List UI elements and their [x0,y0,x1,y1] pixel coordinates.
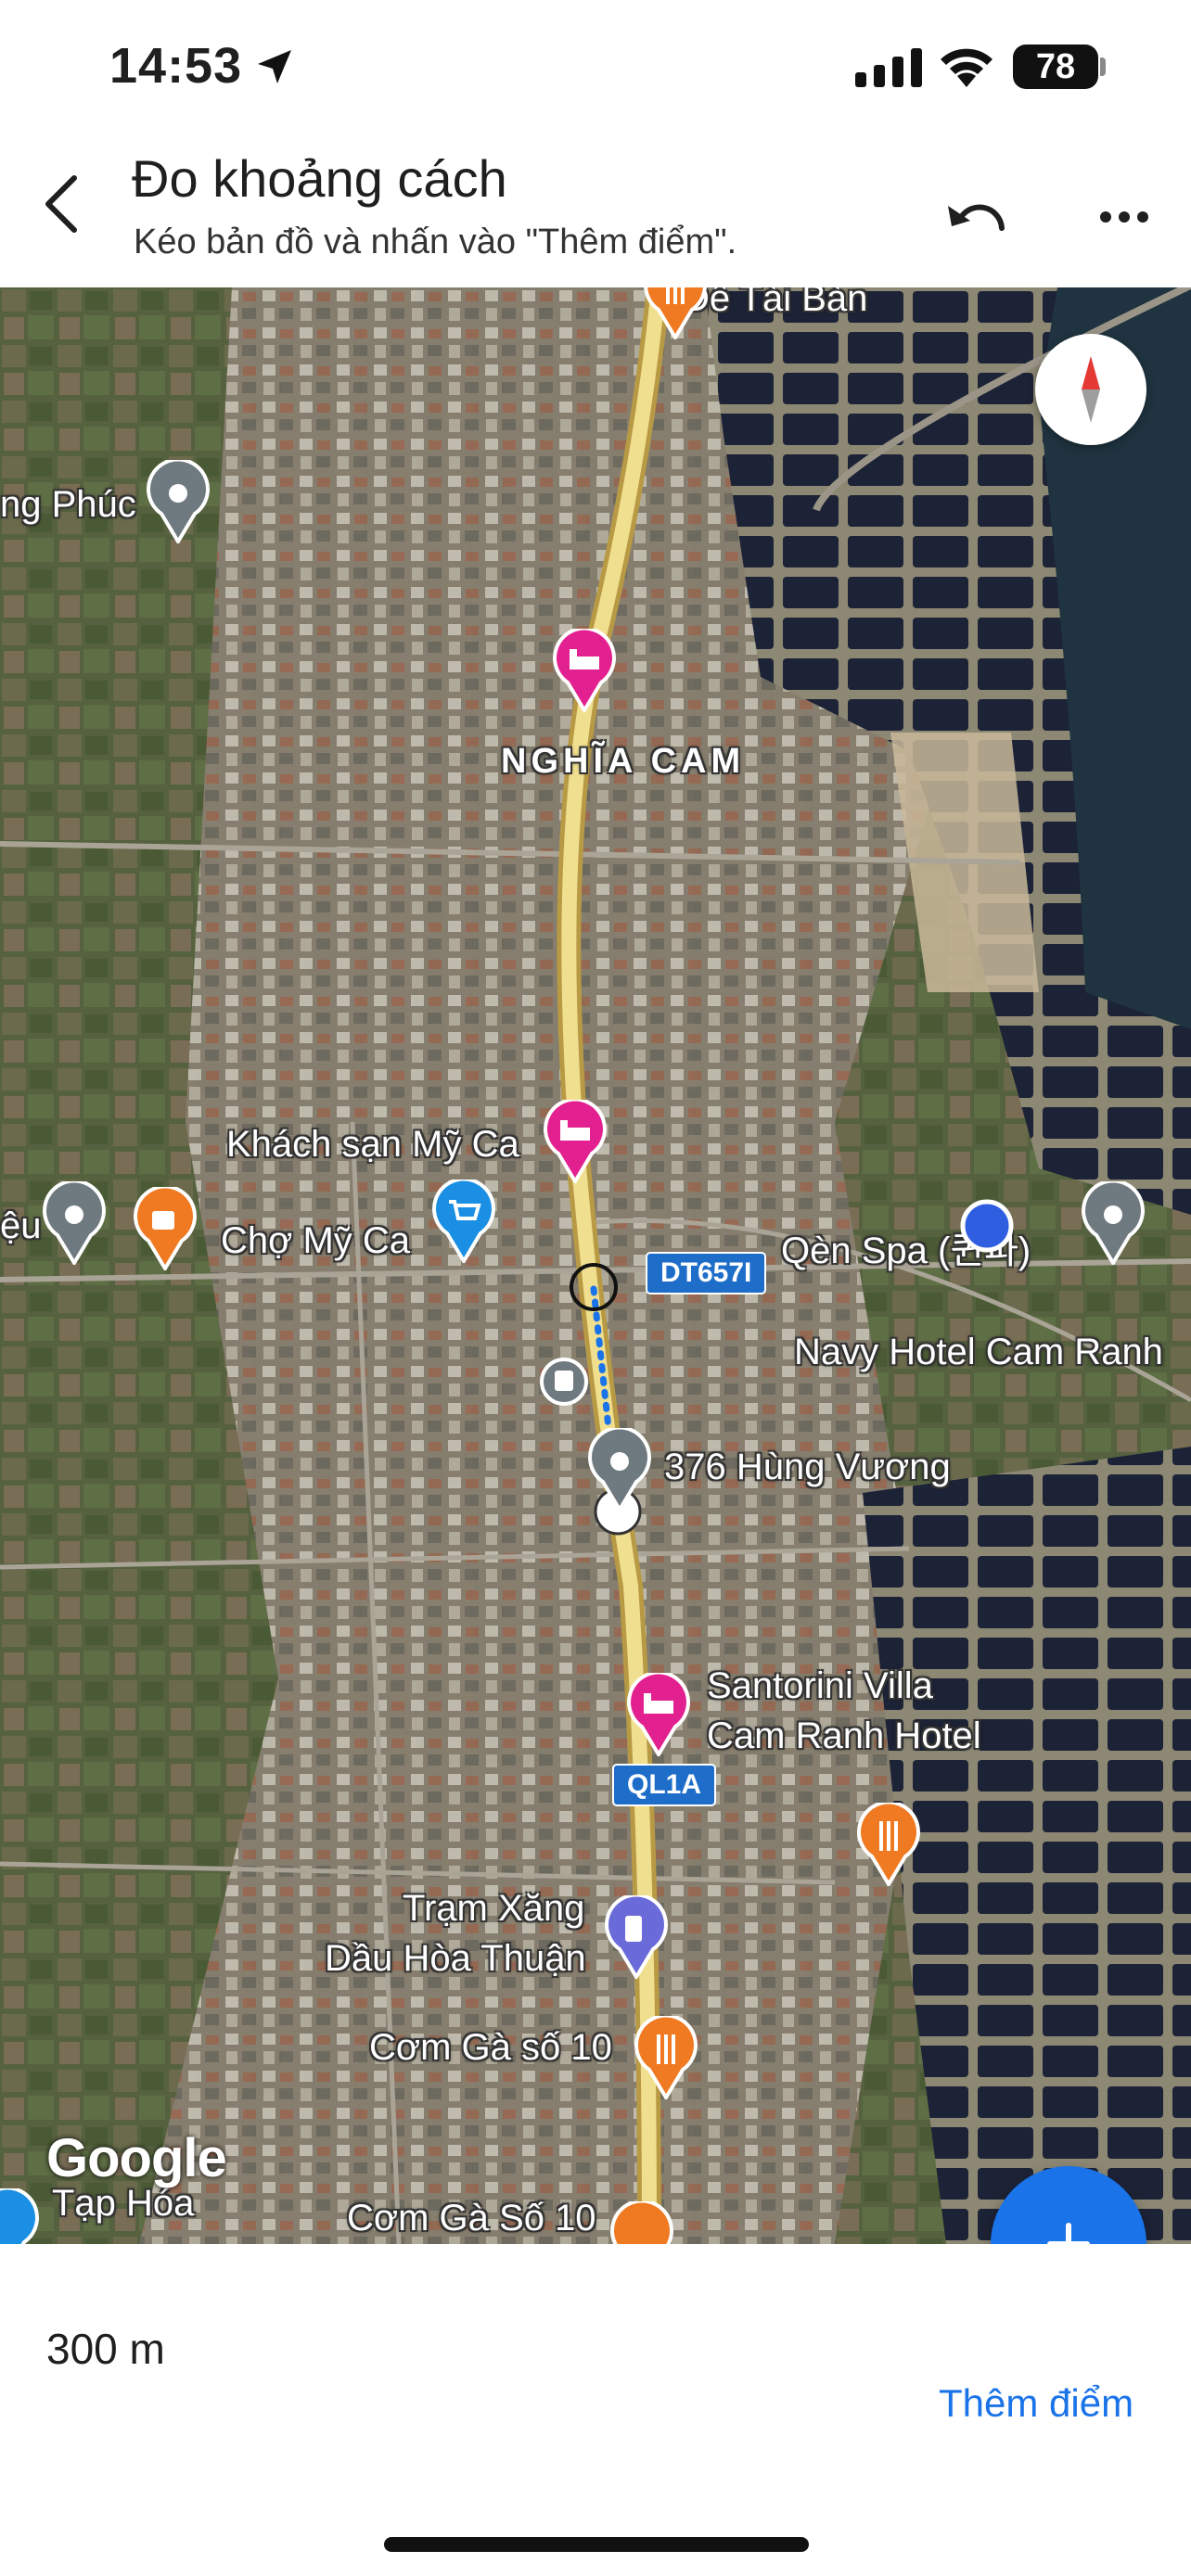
map-label-com-ga-so-10-b: Cơm Gà Số 10 [347,2198,596,2238]
bus-stop-icon[interactable] [538,1356,590,1408]
page-title: Đo khoảng cách [132,149,507,208]
map-label-santorini-line1: Santorini Villa [707,1665,933,1706]
map-label-nghia-cam: NGHĨA CAM [501,742,746,781]
satellite-map[interactable]: Dê Tài Bàn ng Phúc NGHĨA CAM Khách sạn M… [0,287,1191,2244]
compass-icon [1082,356,1100,423]
compass-button[interactable] [1035,334,1146,445]
road-shield-ql1a: QL1A [612,1764,717,1806]
status-bar: 14:53 78 [0,0,1191,139]
place-pin-icon[interactable] [143,460,213,543]
map-label-santorini-line2: Cam Ranh Hotel [707,1715,981,1756]
hotel-pin-icon[interactable] [623,1673,694,1756]
gas-station-pin-icon[interactable] [601,1895,672,1979]
map-label-eu: ệu [0,1205,42,1246]
place-pin-icon[interactable] [39,1181,109,1265]
map-label-khach-san-my-ca: Khách sạn Mỹ Ca [226,1124,519,1165]
battery-nub [1100,57,1106,76]
location-arrow-icon [258,50,291,83]
place-pin-icon[interactable] [1078,1181,1148,1265]
distance-value: 300 m [46,2325,165,2373]
page-subtitle: Kéo bản đồ và nhấn vào "Thêm điểm". [134,223,737,261]
food-pin-icon[interactable] [640,287,711,339]
map-label-hung-vuong: 376 Hùng Vương [664,1447,951,1487]
map-label-hung-phuc: ng Phúc [0,484,136,525]
food-pin-icon[interactable] [631,2016,701,2099]
chevron-left-icon [45,175,77,233]
bottom-panel: 300 m Thêm điểm [0,2244,1191,2576]
map-label-tram-xang-line2: Dầu Hòa Thuận [325,1938,586,1979]
shopping-pin-icon[interactable] [0,2188,43,2244]
place-pin-icon[interactable] [584,1428,655,1511]
undo-button[interactable] [941,184,1015,249]
shopping-pin-icon[interactable] [429,1180,499,1263]
more-horizontal-icon [1100,211,1148,223]
map-label-com-ga-so-10-a: Cơm Gà số 10 [369,2027,612,2068]
spa-pin-icon[interactable] [952,1191,1022,1274]
more-options-button[interactable] [1091,184,1165,249]
cafe-pin-icon[interactable] [130,1187,200,1270]
wifi-icon [941,48,992,87]
google-logo: Google [46,2128,227,2188]
back-button[interactable] [33,167,89,241]
cellular-signal-icon [855,48,922,87]
map-label-navy-hotel: Navy Hotel Cam Ranh [794,1332,1163,1372]
map-label-tram-xang-line1: Trạm Xăng [403,1888,585,1929]
food-pin-icon[interactable] [607,2201,677,2244]
road-shield-dt657i: DT657I [646,1252,767,1294]
hotel-pin-icon[interactable] [540,1100,610,1183]
status-time: 14:53 [109,38,243,94]
home-indicator[interactable] [384,2537,809,2552]
food-pin-icon[interactable] [853,1803,924,1886]
battery-indicator: 78 [1013,45,1098,89]
add-point-button[interactable]: Thêm điểm [939,2381,1133,2426]
undo-icon [948,204,1005,231]
hotel-pin-icon[interactable] [549,629,620,712]
header: Đo khoảng cách Kéo bản đồ và nhấn vào "T… [0,139,1191,287]
map-label-cho-my-ca: Chợ Mỹ Ca [221,1220,411,1261]
